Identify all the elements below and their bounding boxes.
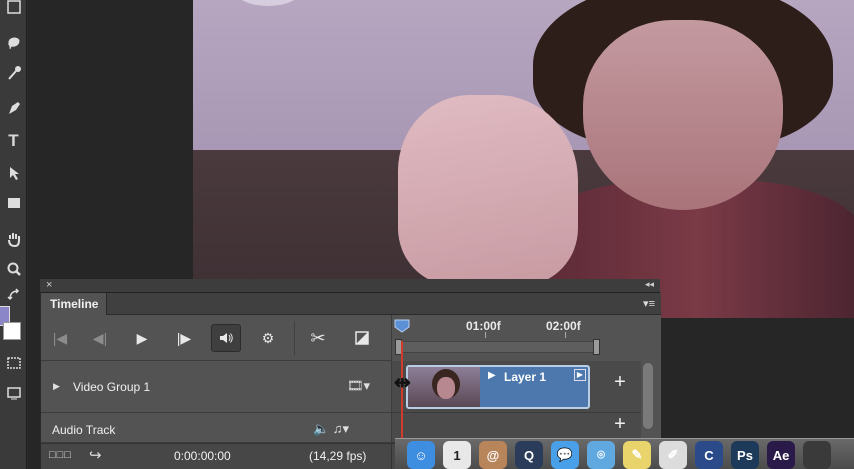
convert-to-frame-animation-icon[interactable]: □□□ [49,449,72,461]
video-track-header[interactable]: ▶ Video Group 1 🎞▾ [41,361,391,413]
clip-label: Layer 1 [504,370,547,384]
expand-triangle-icon[interactable]: ▶ [53,381,60,392]
dock-quicktime-icon[interactable]: Q [515,441,543,469]
magic-wand-tool-icon[interactable] [0,60,27,86]
marquee-tool-icon[interactable] [0,0,27,20]
collapse-panel-icon[interactable]: ◂◂ [645,279,654,290]
transition-button[interactable] [347,324,377,352]
footer-divider [391,444,392,469]
clip-layer-1[interactable]: ▶ Layer 1 ▶ [406,365,590,409]
vertical-scrollbar[interactable] [643,363,653,429]
play-button[interactable]: ▶ [127,324,157,352]
dock: ☺ 1 @ Q 💬 ⌾ ✎ ✐ C Ps Ae [395,438,854,469]
screen-mode-icon[interactable] [0,380,27,406]
frame-rate: (14,29 fps) [309,449,367,463]
video-frame[interactable] [193,0,854,318]
clip-options-icon[interactable]: ▶ [574,369,586,381]
dock-address-book-icon[interactable]: @ [479,441,507,469]
clip-play-icon[interactable]: ▶ [488,370,496,381]
quick-mask-icon[interactable] [0,350,27,376]
previous-frame-button[interactable]: ◀| [85,324,115,352]
filmstrip-menu-icon[interactable]: 🎞▾ [347,378,370,394]
dock-photoshop-icon[interactable]: Ps [731,441,759,469]
add-media-audio-button[interactable]: + [600,413,640,436]
current-timecode: 0:00:00:00 [174,449,231,463]
background-color-swatch[interactable] [3,322,21,340]
zoom-tool-icon[interactable] [0,256,27,282]
path-selection-tool-icon[interactable] [0,160,27,186]
clip-thumbnail [408,367,480,407]
ruler-label-2: 02:00f [546,319,581,333]
work-area-bar[interactable] [398,341,598,353]
track-name-video: Video Group 1 [73,380,151,394]
audio-track-header[interactable]: Audio Track 🔈 ♫▾ [41,413,391,443]
dock-calendar-icon[interactable]: 1 [443,441,471,469]
dock-finder-icon[interactable]: ☺ [407,441,435,469]
playhead-handle-icon[interactable] [394,319,410,333]
track-name-audio: Audio Track [52,423,116,437]
dock-cinema-4d-icon[interactable]: C [695,441,723,469]
playback-controls: |◀ ◀| ▶ |▶ ⚙ ✂ [41,315,391,361]
transition-icon [355,331,369,345]
tools-panel: T [0,0,27,469]
dock-notes-icon[interactable]: ✎ [623,441,651,469]
close-icon[interactable]: × [46,279,52,291]
dock-safari-icon[interactable]: ⌾ [587,441,615,469]
split-at-playhead-button[interactable]: ✂ [303,324,333,352]
render-video-icon[interactable]: ↪ [89,446,102,464]
rectangle-tool-icon[interactable] [0,190,27,216]
type-tool-icon[interactable]: T [0,128,27,154]
photoshop-window: T × ◂◂ Timeline ▾≡ |◀ ◀| ▶ |▶ ⚙ ✂ 01:00f… [0,0,854,469]
go-to-first-frame-button[interactable]: |◀ [45,324,75,352]
dock-textedit-icon[interactable]: ✐ [659,441,687,469]
audio-toggle-button[interactable] [211,324,241,352]
time-ruler[interactable]: 01:00f 02:00f [391,315,661,361]
playback-settings-button[interactable]: ⚙ [253,324,283,352]
ruler-tick [485,332,486,338]
add-media-video-button[interactable]: + [600,371,640,394]
dock-after-effects-icon[interactable]: Ae [767,441,795,469]
controls-divider [294,321,295,355]
ruler-label-1: 01:00f [466,319,501,333]
dock-app-extra-icon[interactable] [803,441,831,469]
lasso-tool-icon[interactable] [0,30,27,56]
speaker-icon [220,333,233,343]
panel-menu-icon[interactable]: ▾≡ [643,297,655,310]
lamp-shape [233,0,303,6]
timeline-panel-header: × ◂◂ [40,279,660,293]
timeline-tabbar: Timeline ▾≡ [41,293,661,315]
face-shape [583,20,783,210]
audio-menu-icon[interactable]: 🔈 ♫▾ [313,421,349,437]
swap-colors-icon[interactable] [0,282,27,308]
fist-shape [398,95,578,285]
trim-cursor-icon: ⇹ [394,372,411,394]
dock-messages-icon[interactable]: 💬 [551,441,579,469]
next-frame-button[interactable]: |▶ [169,324,199,352]
tab-timeline[interactable]: Timeline [41,293,107,315]
work-area-end-handle[interactable] [593,339,600,355]
hand-tool-icon[interactable] [0,226,27,252]
ruler-tick [565,332,566,338]
pen-tool-icon[interactable] [0,95,27,121]
